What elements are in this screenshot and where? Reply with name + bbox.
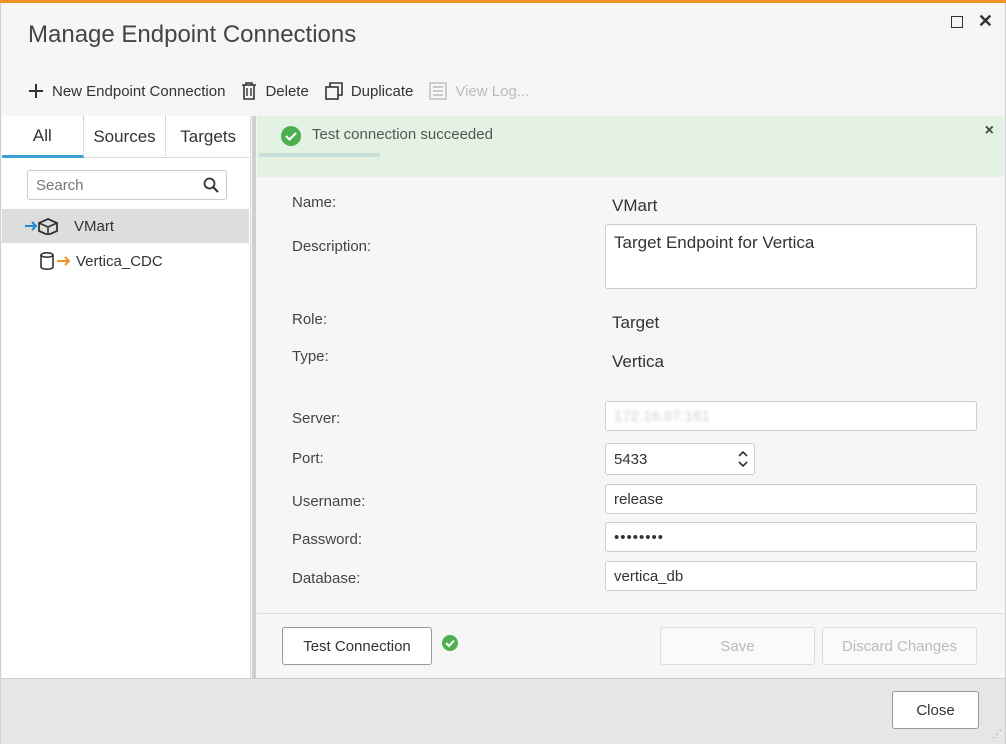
endpoint-details-pane: Test connection succeeded × Name: VMart … bbox=[257, 116, 1004, 678]
description-label: Description: bbox=[292, 238, 372, 255]
filter-tabs: All Sources Targets bbox=[2, 116, 250, 158]
password-label: Password: bbox=[292, 531, 363, 548]
view-log-label: View Log... bbox=[455, 82, 530, 100]
type-label: Type: bbox=[292, 348, 329, 365]
close-button[interactable]: Close bbox=[892, 691, 979, 729]
username-field[interactable] bbox=[605, 484, 977, 514]
database-field[interactable] bbox=[605, 561, 977, 591]
server-value: 172.16.67.161 bbox=[614, 407, 710, 425]
discard-changes-button[interactable]: Discard Changes bbox=[822, 627, 977, 665]
server-field[interactable]: 172.16.67.161 bbox=[605, 401, 977, 431]
check-circle-icon bbox=[280, 125, 302, 152]
type-value: Vertica bbox=[612, 352, 664, 371]
resize-grip-icon[interactable]: ⋰ bbox=[992, 729, 1002, 740]
delete-button[interactable]: Delete bbox=[241, 82, 309, 100]
plus-icon bbox=[28, 83, 44, 99]
trash-icon bbox=[241, 82, 257, 100]
new-endpoint-label: New Endpoint Connection bbox=[52, 82, 226, 100]
maximize-button[interactable] bbox=[951, 16, 963, 28]
username-label: Username: bbox=[292, 493, 366, 510]
duplicate-label: Duplicate bbox=[350, 82, 414, 100]
tab-targets[interactable]: Targets bbox=[166, 116, 250, 158]
dialog-footer: Close ⋰ bbox=[1, 678, 1005, 744]
duplicate-icon bbox=[325, 82, 343, 100]
list-item[interactable]: VMart bbox=[2, 209, 249, 243]
name-label: Name: bbox=[292, 194, 337, 211]
test-connection-button[interactable]: Test Connection bbox=[282, 627, 432, 665]
view-log-button[interactable]: View Log... bbox=[429, 82, 529, 100]
test-success-icon bbox=[441, 634, 459, 657]
source-database-icon bbox=[40, 252, 76, 270]
port-label: Port: bbox=[292, 450, 324, 467]
endpoint-list-pane: All Sources Targets VMart Vertica_CDC bbox=[2, 116, 251, 678]
banner-close-icon[interactable]: × bbox=[985, 122, 994, 140]
port-value: 5433 bbox=[614, 450, 648, 468]
new-endpoint-button[interactable]: New Endpoint Connection bbox=[28, 83, 225, 100]
name-value: VMart bbox=[612, 196, 658, 215]
server-label: Server: bbox=[292, 410, 341, 427]
password-value: •••••••• bbox=[614, 528, 665, 546]
delete-label: Delete bbox=[265, 82, 309, 100]
save-button[interactable]: Save bbox=[660, 627, 815, 665]
endpoint-name: Vertica_CDC bbox=[76, 252, 163, 270]
stepper-arrows-icon[interactable] bbox=[738, 448, 748, 470]
role-label: Role: bbox=[292, 311, 328, 328]
tab-sources[interactable]: Sources bbox=[84, 116, 167, 158]
success-banner: Test connection succeeded × bbox=[257, 116, 1004, 177]
role-value: Target bbox=[612, 313, 660, 332]
description-field[interactable]: Target Endpoint for Vertica bbox=[605, 224, 977, 289]
banner-progress-bar bbox=[259, 153, 380, 157]
port-stepper[interactable]: 5433 bbox=[605, 443, 755, 475]
divider bbox=[257, 613, 1004, 614]
duplicate-button[interactable]: Duplicate bbox=[325, 82, 414, 100]
dialog-title: Manage Endpoint Connections bbox=[28, 21, 357, 48]
target-cube-icon bbox=[24, 217, 74, 235]
search-icon[interactable] bbox=[203, 177, 219, 198]
pane-splitter[interactable] bbox=[252, 116, 256, 678]
list-item[interactable]: Vertica_CDC bbox=[2, 244, 249, 278]
search-box bbox=[27, 170, 227, 200]
banner-message: Test connection succeeded bbox=[312, 126, 493, 143]
tab-all[interactable]: All bbox=[2, 116, 84, 158]
log-icon bbox=[429, 82, 448, 100]
close-window-icon[interactable]: ✕ bbox=[978, 11, 993, 32]
endpoint-name: VMart bbox=[74, 217, 115, 235]
search-input[interactable] bbox=[36, 176, 196, 194]
password-field[interactable]: •••••••• bbox=[605, 522, 977, 552]
database-label: Database: bbox=[292, 570, 361, 587]
toolbar: New Endpoint Connection Delete Duplicate… bbox=[28, 79, 545, 103]
